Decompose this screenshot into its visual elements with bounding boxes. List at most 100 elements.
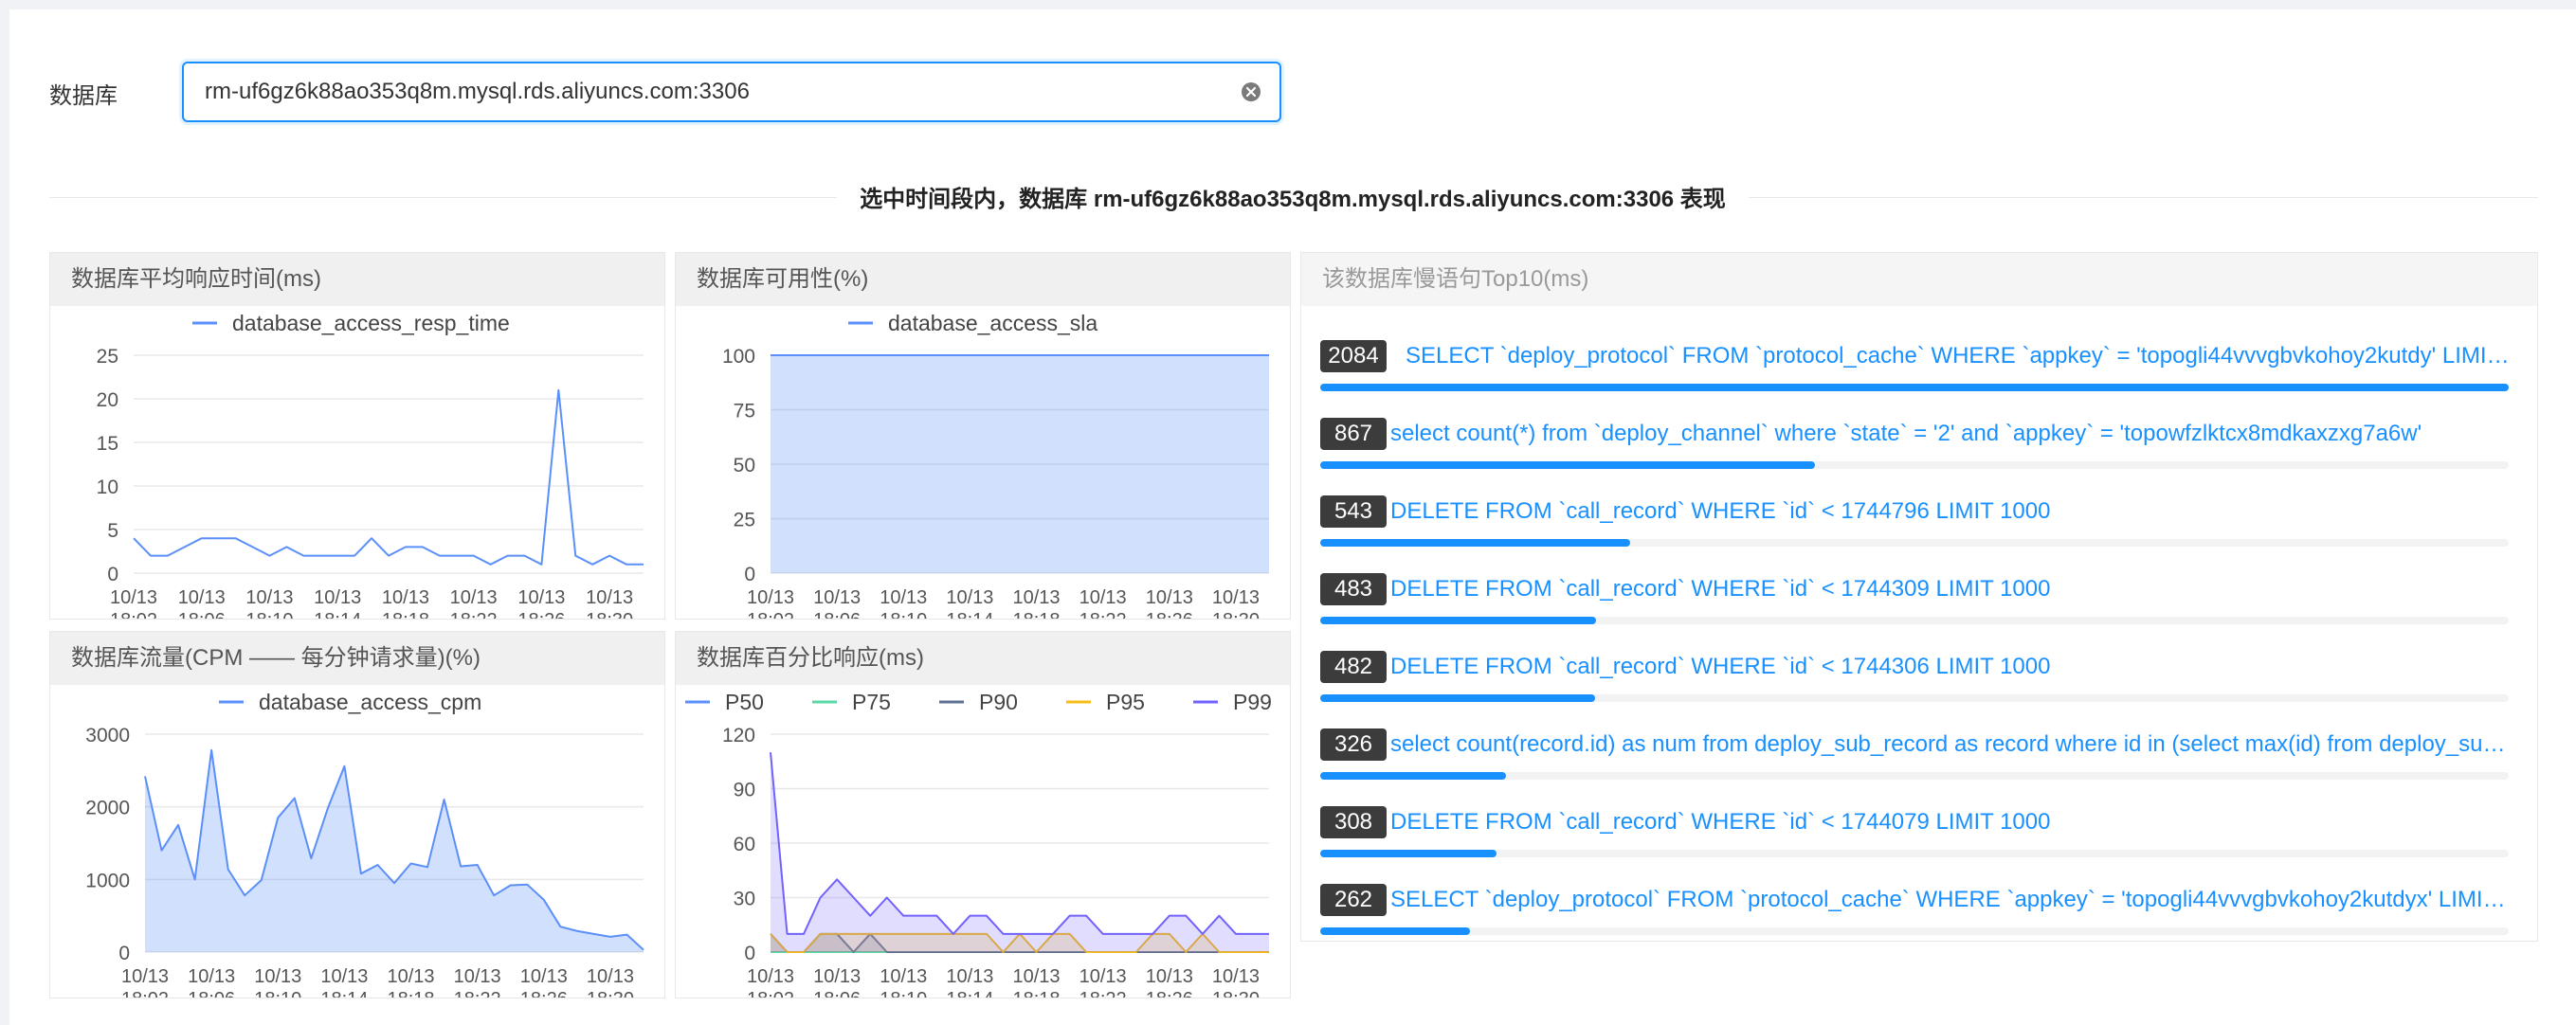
x-tick-label: 10/13 (254, 966, 301, 987)
x-tick-label: 10/13 (880, 587, 927, 608)
x-tick-label: 18:06 (178, 610, 226, 619)
legend-label[interactable]: P99 (1233, 690, 1272, 714)
x-tick-label: 18:22 (1079, 610, 1127, 619)
progress-track (1320, 850, 2509, 857)
progress-fill (1320, 850, 1497, 857)
x-tick-label: 10/13 (1079, 966, 1127, 987)
slow-sql-item[interactable]: 262 SELECT `deploy_protocol` FROM `proto… (1320, 884, 2511, 950)
panel-title: 该数据库慢语句Top10(ms) (1301, 253, 2537, 306)
progress-track (1320, 617, 2509, 624)
y-tick-label: 60 (734, 834, 755, 855)
slow-sql-item[interactable]: 326 select count(record.id) as num from … (1320, 728, 2511, 795)
y-tick-label: 75 (734, 401, 755, 423)
count-badge: 308 (1320, 806, 1387, 838)
y-tick-label: 25 (734, 510, 755, 531)
y-tick-label: 0 (744, 943, 755, 964)
progress-track (1320, 772, 2509, 780)
clear-icon[interactable] (1240, 81, 1262, 103)
section-title: 选中时间段内，数据库 rm-uf6gz6k88ao353q8m.mysql.rd… (837, 187, 1749, 212)
progress-track (1320, 384, 2509, 391)
x-tick-label: 10/13 (813, 587, 861, 608)
legend-label[interactable]: P75 (852, 690, 891, 714)
sql-link[interactable]: DELETE FROM `call_record` WHERE `id` < 1… (1390, 651, 2511, 683)
x-tick-label: 10/13 (587, 966, 634, 987)
x-tick-label: 18:26 (1146, 610, 1193, 619)
x-tick-label: 10/13 (450, 587, 498, 608)
progress-track (1320, 539, 2509, 547)
x-tick-label: 18:18 (1013, 610, 1061, 619)
x-tick-label: 10/13 (1146, 587, 1193, 608)
legend-label[interactable]: database_access_sla (888, 311, 1098, 335)
y-tick-label: 10 (97, 477, 118, 498)
database-input[interactable] (205, 63, 1228, 120)
sql-link[interactable]: SELECT `deploy_protocol` FROM `protocol_… (1406, 340, 2511, 372)
sql-link[interactable]: DELETE FROM `call_record` WHERE `id` < 1… (1390, 495, 2511, 528)
panel-title: 数据库可用性(%) (676, 253, 1290, 306)
x-tick-label: 18:02 (110, 610, 157, 619)
progress-fill (1320, 694, 1595, 702)
slow-sql-item[interactable]: 483 DELETE FROM `call_record` WHERE `id`… (1320, 573, 2511, 639)
x-tick-label: 18:02 (747, 610, 794, 619)
sql-link[interactable]: select count(record.id) as num from depl… (1390, 728, 2511, 761)
y-tick-label: 0 (107, 564, 118, 585)
x-tick-label: 18:30 (587, 989, 634, 998)
slow-sql-item[interactable]: 2084 SELECT `deploy_protocol` FROM `prot… (1320, 340, 2511, 406)
page: 数据库 选中时间段内，数据库 rm-uf6gz6k88ao353q8m.mysq… (9, 9, 2576, 1025)
x-tick-label: 18:30 (1212, 610, 1260, 619)
y-tick-label: 15 (97, 433, 118, 455)
progress-track (1320, 927, 2509, 935)
x-tick-label: 18:22 (1079, 989, 1127, 998)
x-tick-label: 10/13 (747, 966, 794, 987)
sql-link[interactable]: select count(*) from `deploy_channel` wh… (1390, 418, 2511, 450)
x-tick-label: 18:06 (813, 989, 861, 998)
x-tick-label: 10/13 (1013, 587, 1061, 608)
x-tick-label: 10/13 (178, 587, 226, 608)
x-tick-label: 10/13 (1013, 966, 1061, 987)
sql-link[interactable]: DELETE FROM `call_record` WHERE `id` < 1… (1390, 806, 2511, 838)
x-tick-label: 10/13 (388, 966, 435, 987)
sql-link[interactable]: SELECT `deploy_protocol` FROM `protocol_… (1390, 884, 2511, 916)
x-tick-label: 10/13 (1146, 966, 1193, 987)
x-tick-label: 10/13 (880, 966, 927, 987)
x-tick-label: 10/13 (188, 966, 235, 987)
y-tick-label: 90 (734, 780, 755, 801)
panel-resp-time: 数据库平均响应时间(ms) 0 5 10 15 20 25 10/13 18:02 10/13 1… (49, 252, 665, 620)
legend-label[interactable]: database_access_resp_time (232, 311, 510, 335)
y-tick-label: 100 (722, 346, 755, 368)
x-tick-label: 10/13 (517, 587, 565, 608)
x-tick-label: 10/13 (314, 587, 361, 608)
progress-fill (1320, 461, 1815, 469)
x-tick-label: 18:06 (188, 989, 235, 998)
y-tick-label: 20 (97, 389, 118, 411)
count-badge: 2084 (1320, 340, 1387, 372)
progress-fill (1320, 772, 1506, 780)
x-tick-label: 10/13 (813, 966, 861, 987)
database-select[interactable] (182, 62, 1281, 122)
slow-sql-item[interactable]: 482 DELETE FROM `call_record` WHERE `id`… (1320, 651, 2511, 717)
x-tick-label: 18:14 (946, 610, 993, 619)
progress-track (1320, 694, 2509, 702)
count-badge: 326 (1320, 728, 1387, 761)
progress-fill (1320, 617, 1596, 624)
x-tick-label: 10/13 (586, 587, 633, 608)
x-tick-label: 18:10 (880, 610, 927, 619)
panel-sla: 数据库可用性(%) 0 25 50 75 100 10/13 18:02 10/13 18:06… (675, 252, 1291, 620)
slow-sql-item[interactable]: 543 DELETE FROM `call_record` WHERE `id`… (1320, 495, 2511, 562)
legend-label[interactable]: P95 (1106, 690, 1145, 714)
legend-label[interactable]: P90 (979, 690, 1018, 714)
count-badge: 867 (1320, 418, 1387, 450)
sla-chart: 0 25 50 75 100 10/13 18:02 10/13 18:06 10/13 18:10… (722, 311, 1269, 619)
x-tick-label: 18:10 (254, 989, 301, 998)
sql-link[interactable]: DELETE FROM `call_record` WHERE `id` < 1… (1390, 573, 2511, 605)
x-tick-label: 10/13 (946, 966, 993, 987)
legend-label[interactable]: database_access_cpm (259, 690, 481, 714)
slow-sql-item[interactable]: 867 select count(*) from `deploy_channel… (1320, 418, 2511, 484)
x-tick-label: 18:18 (382, 610, 429, 619)
database-label: 数据库 (49, 83, 118, 109)
slow-sql-item[interactable]: 308 DELETE FROM `call_record` WHERE `id`… (1320, 806, 2511, 872)
x-tick-label: 18:14 (314, 610, 361, 619)
x-tick-label: 18:22 (450, 610, 498, 619)
series-area (145, 749, 644, 952)
progress-fill (1320, 384, 2509, 391)
legend-label[interactable]: P50 (725, 690, 764, 714)
